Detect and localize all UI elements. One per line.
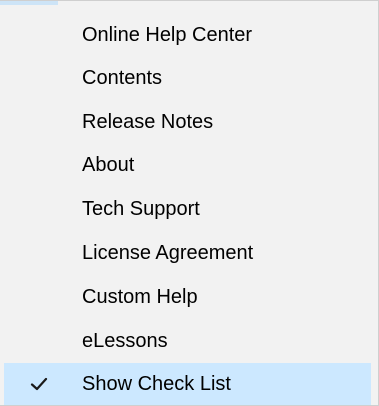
menu-item-tech-support[interactable]: Tech Support (4, 188, 371, 230)
menu-item-elessons[interactable]: eLessons (4, 320, 371, 362)
menu-item-release-notes[interactable]: Release Notes (4, 101, 371, 143)
checkmark-icon (30, 375, 48, 393)
menu-item-label: License Agreement (82, 242, 254, 264)
menu-item-label: Release Notes (82, 111, 214, 133)
menu-item-online-help-center[interactable]: Online Help Center (4, 14, 371, 56)
menu-item-license-agreement[interactable]: License Agreement (4, 232, 371, 274)
menu-item-label: About (82, 154, 135, 176)
menu-item-label: eLessons (82, 330, 168, 352)
menu-item-show-check-list[interactable]: Show Check List (4, 363, 371, 405)
help-menu: Online Help Center Contents Release Note… (0, 0, 379, 406)
menu-item-label: Custom Help (82, 286, 198, 308)
menu-item-about[interactable]: About (4, 144, 371, 186)
menu-item-custom-help[interactable]: Custom Help (4, 276, 371, 318)
menu-item-label: Contents (82, 67, 163, 89)
menu-item-label: Tech Support (82, 198, 200, 220)
menu-item-label: Show Check List (82, 373, 231, 395)
menu-item-label: Online Help Center (82, 24, 253, 46)
menu-item-contents[interactable]: Contents (4, 57, 371, 99)
menu-header-accent (0, 1, 58, 5)
